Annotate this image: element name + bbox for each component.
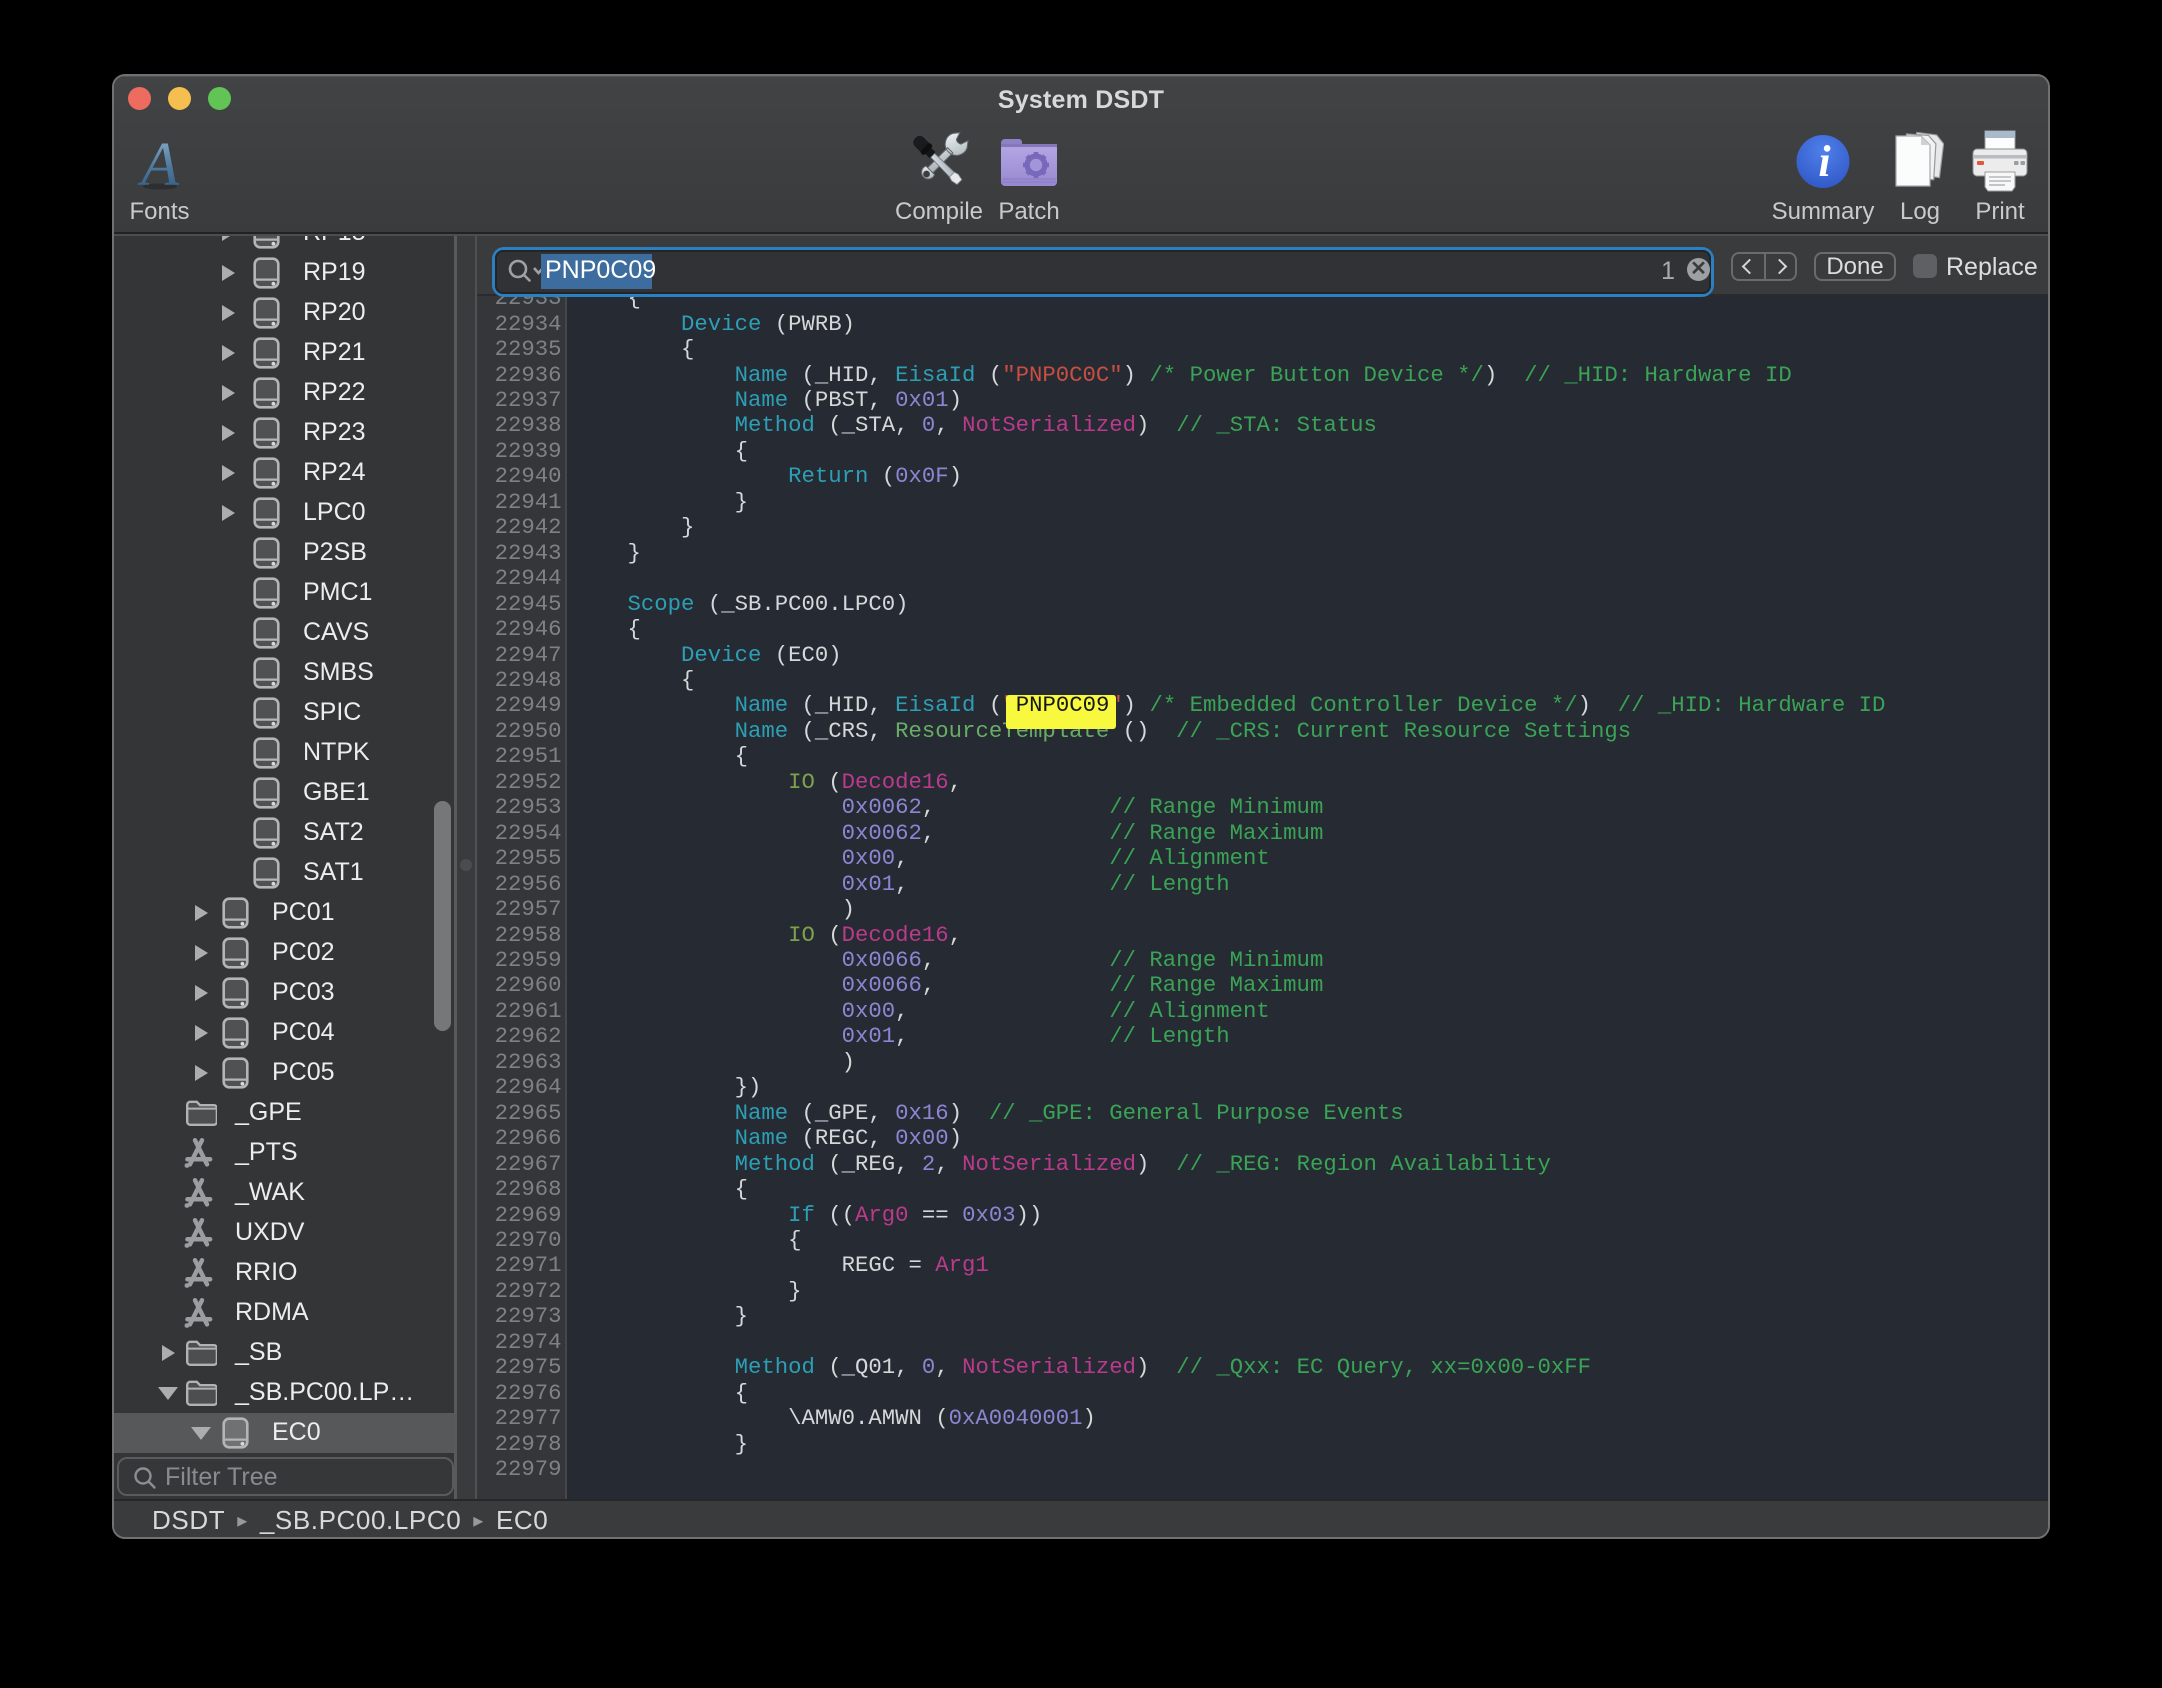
svg-text:A: A	[137, 135, 180, 191]
svg-text:i: i	[1818, 137, 1831, 186]
